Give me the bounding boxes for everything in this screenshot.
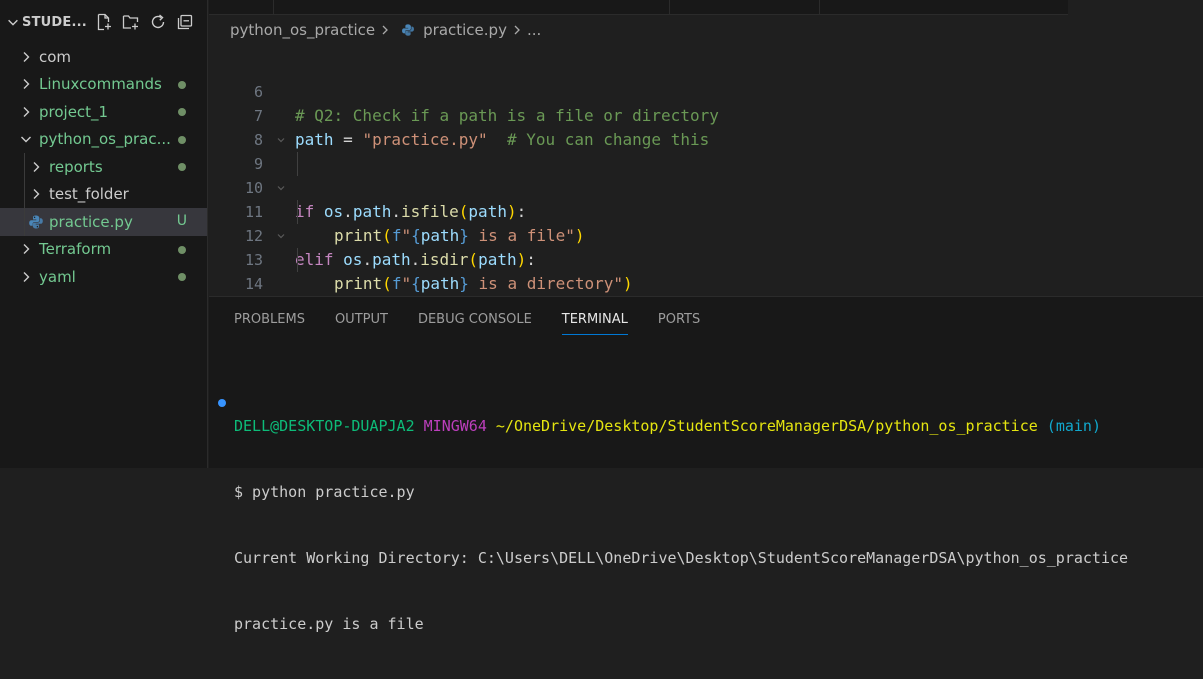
code-line: 12 print(f"{path} is a directory")	[209, 200, 1203, 293]
explorer-workspace-title: STUDE...	[22, 14, 87, 30]
chevron-down-icon[interactable]	[6, 15, 20, 29]
chevron-right-icon[interactable]	[18, 241, 34, 257]
tab-problems[interactable]: PROBLEMS	[234, 312, 305, 327]
git-status-dot-icon	[178, 108, 186, 116]
code-line: 13 else:	[209, 224, 1203, 317]
tree-item-label: Linuxcommands	[39, 75, 162, 94]
tree-item-label: yaml	[39, 267, 76, 286]
chevron-down-icon[interactable]	[18, 131, 34, 147]
code-line: 14 print(f"{path} does not exist")	[209, 248, 1203, 341]
refresh-icon[interactable]	[149, 13, 167, 31]
indent-guide	[24, 180, 25, 208]
collapse-all-icon[interactable]	[176, 13, 194, 31]
code-line: 7 path = "practice.py" # You can change …	[209, 80, 1203, 149]
git-status-dot-icon	[178, 245, 186, 254]
new-file-icon[interactable]	[95, 13, 113, 31]
tree-item-yaml[interactable]: yaml	[0, 263, 207, 291]
git-status-dot-icon	[178, 273, 186, 281]
chevron-right-icon[interactable]	[18, 269, 34, 285]
tab-ports[interactable]: PORTS	[658, 312, 700, 327]
tree-item-linuxcommands[interactable]: Linuxcommands	[0, 71, 207, 99]
python-file-icon	[28, 214, 44, 230]
git-status-dot-icon	[178, 163, 186, 171]
code-line: 15	[209, 272, 1203, 317]
tree-item-label: project_1	[39, 102, 109, 121]
panel-tabs: PROBLEMS OUTPUT DEBUG CONSOLE TERMINAL P…	[234, 312, 700, 335]
tree-item-test-folder[interactable]: test_folder	[0, 180, 207, 208]
indent-guide	[297, 152, 298, 176]
fold-chevron-icon[interactable]	[276, 183, 286, 193]
chevron-right-icon[interactable]	[18, 104, 34, 120]
tree-item-terraform[interactable]: Terraform	[0, 236, 207, 264]
editor-tab[interactable]	[209, 0, 274, 14]
explorer-tree: com Linuxcommands project_1 python_os_pr…	[0, 43, 207, 291]
prompt-shell: MINGW64	[423, 417, 487, 435]
code-line: 9 if os.path.isfile(path):	[209, 128, 1203, 221]
chevron-right-icon[interactable]	[18, 76, 34, 92]
tree-item-label: reports	[49, 157, 103, 176]
tab-debug-console[interactable]: DEBUG CONSOLE	[418, 312, 532, 327]
indent-guide	[297, 200, 298, 224]
tree-item-label: Terraform	[39, 240, 112, 259]
tree-item-label: com	[39, 47, 72, 66]
explorer-header[interactable]: STUDE...	[0, 0, 207, 44]
tab-terminal[interactable]: TERMINAL	[561, 312, 629, 335]
editor-tab[interactable]	[273, 0, 670, 14]
chevron-right-icon[interactable]	[18, 49, 34, 65]
editor-tab[interactable]	[819, 0, 1070, 14]
command-decoration-icon[interactable]	[218, 399, 226, 407]
prompt-user-host: DELL@DESKTOP-DUAPJA2	[234, 417, 415, 435]
prompt-branch: (main)	[1046, 417, 1101, 435]
chevron-right-icon[interactable]	[28, 159, 44, 175]
git-status-dot-icon	[178, 135, 186, 144]
tree-item-label: test_folder	[49, 185, 129, 204]
terminal-output[interactable]: DELL@DESKTOP-DUAPJA2 MINGW64 ~/OneDrive/…	[234, 371, 1128, 679]
explorer-sidebar: STUDE... com Linuxcommands project_1 pyt…	[0, 0, 208, 468]
fold-chevron-icon[interactable]	[276, 231, 286, 241]
tree-item-reports[interactable]: reports	[0, 153, 207, 181]
editor-tab-bar	[209, 0, 1203, 15]
terminal-output-line: Current Working Directory: C:\Users\DELL…	[234, 549, 1129, 567]
editor-tab[interactable]	[669, 0, 820, 14]
code-line: 11 elif os.path.isdir(path):	[209, 176, 1203, 269]
git-status-dot-icon	[178, 80, 186, 89]
new-folder-icon[interactable]	[122, 13, 140, 31]
terminal-command-line: $ python practice.py	[234, 483, 415, 501]
prompt-path: ~/OneDrive/Desktop/StudentScoreManagerDS…	[495, 417, 1038, 435]
indent-guide	[24, 208, 25, 236]
code-line: 6 # Q2: Check if a path is a file or dir…	[209, 56, 1203, 125]
code-line: 8	[209, 104, 1203, 149]
tree-item-label: practice.py	[49, 212, 133, 231]
code-line: 10 print(f"{path} is a file")	[209, 152, 1203, 245]
tree-item-python-os-practice[interactable]: python_os_prac...	[0, 126, 207, 154]
tree-item-practice-py[interactable]: practice.py U	[0, 208, 207, 236]
fold-chevron-icon[interactable]	[276, 135, 286, 145]
terminal-prompt-line: DELL@DESKTOP-DUAPJA2 MINGW64 ~/OneDrive/…	[234, 415, 1128, 437]
git-untracked-badge: U	[176, 213, 187, 229]
code-line: 5	[209, 35, 1203, 50]
bottom-panel: PROBLEMS OUTPUT DEBUG CONSOLE TERMINAL P…	[209, 296, 1203, 633]
editor-tab-active[interactable]	[1068, 0, 1203, 15]
indent-guide	[24, 153, 25, 181]
tree-item-com[interactable]: com	[0, 43, 207, 71]
indent-guide	[297, 248, 298, 272]
tab-output[interactable]: OUTPUT	[335, 312, 388, 327]
tree-item-label: python_os_prac...	[39, 130, 171, 149]
terminal-output-line: practice.py is a file	[234, 615, 424, 633]
tree-item-project-1[interactable]: project_1	[0, 98, 207, 126]
chevron-right-icon[interactable]	[28, 186, 44, 202]
